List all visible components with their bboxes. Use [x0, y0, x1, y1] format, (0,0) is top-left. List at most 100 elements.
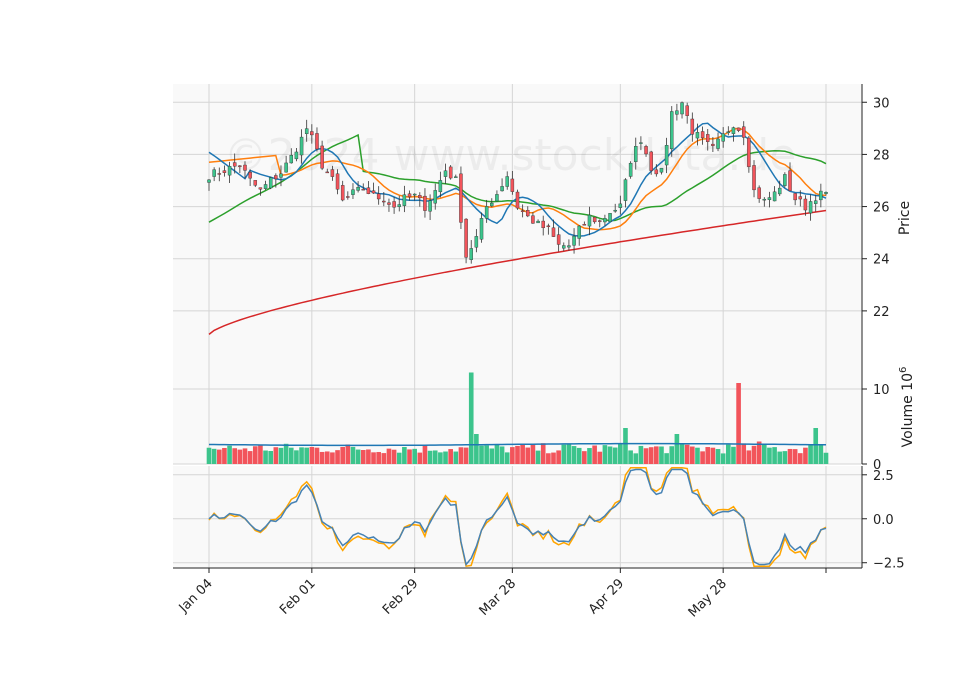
candle-body [587, 214, 592, 227]
candle-body [592, 216, 597, 223]
candle-body [644, 146, 648, 155]
chart-figure: ©2024 www.stockdata.de Jan 04 Feb 01 Feb 2… [0, 0, 960, 690]
candle-body [567, 245, 571, 248]
volume-bar [607, 446, 613, 464]
candle-body [654, 169, 659, 175]
x-tick-label: Mar 28 [477, 576, 520, 619]
volume-bar [314, 447, 320, 464]
candle-body [423, 195, 427, 211]
volume-bar [422, 444, 428, 464]
volume-bar [587, 448, 592, 464]
volume-bar [432, 450, 438, 464]
volume-bar [324, 451, 330, 464]
candle-body [798, 196, 803, 200]
volume-bar [304, 447, 310, 464]
candle-body [448, 166, 453, 179]
volume-bar [273, 447, 279, 464]
candle-body [741, 126, 746, 138]
volume-bar [294, 450, 299, 464]
x-tick-label: Apr 29 [586, 576, 627, 617]
volume-bar [571, 446, 577, 464]
volume-bar [360, 450, 366, 464]
volume-bar [407, 449, 412, 464]
candle-body [767, 197, 772, 201]
volume-bar [479, 445, 484, 464]
candle-body [721, 133, 725, 142]
candle-body [608, 213, 612, 222]
volume-bar [206, 447, 212, 464]
candle-body [690, 118, 695, 135]
candle-body [371, 190, 376, 194]
volume-bar [551, 452, 556, 464]
candle-body [474, 236, 479, 248]
candle-body [479, 218, 484, 240]
volume-bar [710, 447, 716, 464]
candle-body [340, 185, 345, 201]
volume-bar [443, 451, 448, 464]
candle-body [551, 227, 556, 237]
volume-bar [648, 447, 654, 464]
volume-bar [612, 447, 618, 464]
candle-body [268, 177, 273, 189]
candle-body [243, 164, 247, 171]
candle-body [407, 193, 412, 198]
candle-body [705, 134, 710, 142]
candle-body [412, 193, 417, 196]
candle-body [675, 110, 679, 115]
candle-body [238, 165, 242, 167]
oscillator-panel [173, 466, 862, 568]
volume-bar [736, 383, 741, 464]
volume-bar [746, 450, 752, 464]
volume-bar [474, 434, 479, 464]
candle-body [577, 225, 581, 239]
candle-body [772, 191, 777, 202]
candle-body [680, 102, 684, 115]
volume-bar [546, 453, 551, 464]
volume-bar [664, 453, 669, 464]
volume-bar [525, 447, 531, 464]
volume-bar [700, 451, 705, 464]
candle-body [469, 248, 473, 260]
volume-bar [299, 447, 304, 464]
volume-bar [330, 452, 335, 464]
candle-body [824, 192, 828, 194]
volume-bar [499, 446, 505, 464]
candle-body [515, 191, 520, 209]
volume-bar [761, 443, 767, 464]
osc-y-tick-label: 0.0 [873, 513, 894, 528]
candle-body [598, 220, 602, 222]
volume-bar [504, 452, 510, 464]
candle-body [783, 174, 787, 186]
candle-body [813, 200, 818, 204]
volume-bar [777, 451, 783, 464]
x-tick-label: May 28 [686, 576, 730, 620]
volume-axis-label-base: 10 [900, 373, 916, 391]
candle-body [335, 173, 340, 190]
candle-body [747, 137, 751, 167]
volume-bar [288, 447, 294, 464]
candle-body [428, 200, 432, 212]
volume-bar [690, 446, 695, 464]
candle-body [418, 195, 422, 199]
volume-bar [535, 450, 541, 464]
candle-body [433, 190, 437, 204]
volume-bar [227, 445, 232, 464]
candle-body [582, 224, 587, 226]
volume-bar [242, 448, 248, 464]
volume-bar [787, 448, 793, 464]
price-axis-label: Price [897, 201, 913, 235]
candle-body [808, 201, 813, 214]
osc-y-tick-label: −2.5 [873, 557, 905, 572]
candle-body [315, 133, 319, 150]
candle-body [454, 176, 458, 178]
volume-bar [222, 447, 227, 464]
candle-body [392, 201, 396, 208]
volume-bar [268, 450, 274, 464]
volume-bar [767, 447, 772, 464]
candle-body [495, 194, 499, 202]
candle-body [623, 179, 628, 201]
volume-bar [705, 447, 711, 464]
volume-bar [335, 450, 340, 464]
volume-bar [494, 444, 500, 464]
candle-body [526, 210, 530, 217]
